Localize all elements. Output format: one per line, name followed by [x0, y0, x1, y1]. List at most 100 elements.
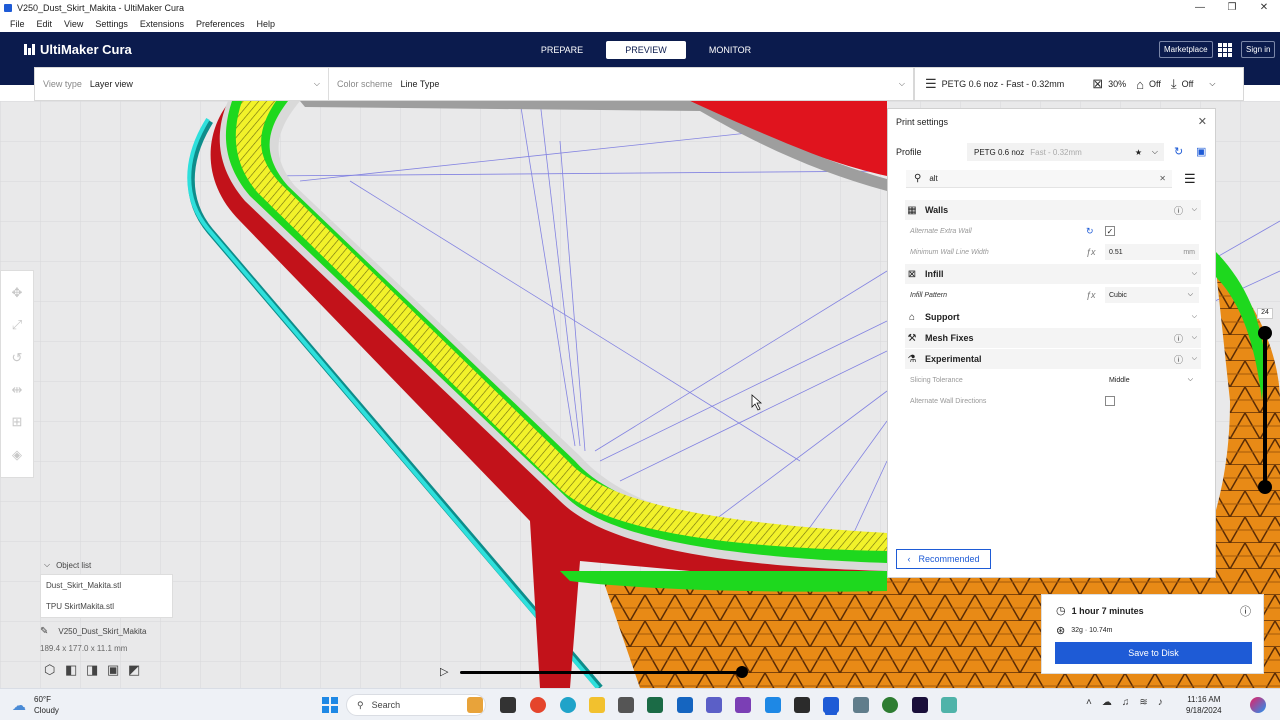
tab-prepare[interactable]: PREPARE [522, 41, 602, 59]
play-icon[interactable]: ▷ [440, 665, 448, 678]
right-view-icon[interactable]: ◩ [128, 662, 149, 678]
support-blocker-icon[interactable]: ◈ [12, 447, 22, 463]
object-list-header[interactable]: ⌵ Object list [40, 560, 180, 570]
list-item[interactable]: Dust_Skirt_Makita.stl [41, 575, 172, 596]
path-slider-track[interactable] [460, 671, 742, 674]
taskbar-search[interactable]: ⚲ Search [346, 694, 486, 716]
category-experimental[interactable]: ⚗ Experimental ⓘ ⌵ [905, 349, 1201, 369]
teams-icon[interactable] [706, 697, 722, 713]
weather-widget[interactable]: ☁ 60°F Cloudy [12, 694, 59, 716]
close-window-button[interactable]: ✕ [1248, 2, 1280, 13]
calculator-icon[interactable] [853, 697, 869, 713]
layer-slider-upper-handle[interactable] [1258, 326, 1272, 340]
front-view-icon[interactable]: ◧ [65, 662, 86, 678]
menu-extensions[interactable]: Extensions [140, 19, 184, 29]
app-icon[interactable] [941, 697, 957, 713]
info-icon[interactable]: ⓘ [1174, 353, 1183, 366]
slicing-tolerance-select[interactable]: Middle ⌵ [1105, 372, 1199, 388]
category-support[interactable]: ⌂ Support ⌵ [905, 307, 1201, 327]
app-icon[interactable] [647, 697, 663, 713]
alternate-extra-wall-checkbox[interactable]: ✓ [1105, 226, 1115, 236]
mirror-tool-icon[interactable]: ⇹ [12, 382, 23, 398]
top-view-icon[interactable]: ◨ [86, 662, 107, 678]
menu-help[interactable]: Help [256, 19, 275, 29]
marketplace-button[interactable]: Marketplace [1159, 41, 1213, 58]
layer-slider-lower-handle[interactable] [1258, 480, 1272, 494]
layer-slider-track[interactable] [1263, 332, 1267, 492]
menu-edit[interactable]: Edit [37, 19, 53, 29]
app-icon[interactable] [618, 697, 634, 713]
terminal-icon[interactable] [794, 697, 810, 713]
list-item[interactable]: TPU SkirtMakita.stl [41, 596, 172, 617]
reset-setting-icon[interactable]: ↻ [1086, 226, 1094, 237]
cura-taskbar-icon[interactable] [823, 697, 839, 713]
category-walls[interactable]: ▦ Walls ⓘ ⌵ [905, 200, 1201, 220]
ultimaker-logo-icon [24, 44, 36, 55]
visual-studio-icon[interactable] [735, 697, 751, 713]
color-scheme-dropdown[interactable]: Color scheme Line Type ⌵ [329, 68, 913, 100]
minimize-button[interactable]: — [1184, 2, 1216, 13]
profile-dropdown[interactable]: PETG 0.6 noz Fast - 0.32mm ★ ⌵ [967, 143, 1164, 161]
layer-number[interactable]: 24 [1257, 308, 1273, 319]
menu-file[interactable]: File [10, 19, 25, 29]
menu-preferences[interactable]: Preferences [196, 19, 245, 29]
app-icon[interactable] [882, 697, 898, 713]
onedrive-icon[interactable]: ☁ [1102, 697, 1112, 708]
view-type-dropdown[interactable]: View type Layer view ⌵ [35, 68, 329, 100]
copilot-icon[interactable] [1250, 697, 1266, 713]
rotate-tool-icon[interactable]: ↺ [12, 350, 23, 366]
category-mesh-fixes[interactable]: ⚒ Mesh Fixes ⓘ ⌵ [905, 328, 1201, 348]
chevron-down-icon: ⌵ [1187, 291, 1193, 298]
category-infill[interactable]: ⊠ Infill ⌵ [905, 264, 1201, 284]
clear-search-icon[interactable]: ✕ [1159, 174, 1166, 183]
apps-grid-icon[interactable] [1218, 43, 1232, 57]
settings-menu-icon[interactable]: ☰ [1184, 171, 1196, 187]
edge-icon[interactable] [560, 697, 576, 713]
menu-view[interactable]: View [64, 19, 83, 29]
per-model-settings-icon[interactable]: ⊞ [12, 414, 23, 430]
star-icon[interactable]: ★ [1135, 148, 1142, 157]
settings-search-input[interactable]: ⚲ alt ✕ [906, 170, 1172, 188]
windows-start-icon[interactable] [322, 697, 338, 713]
close-icon[interactable]: ✕ [1198, 115, 1207, 128]
sign-in-button[interactable]: Sign in [1241, 41, 1276, 58]
info-icon[interactable]: ⓘ [1240, 603, 1251, 619]
infill-pattern-select[interactable]: Cubic ⌵ [1105, 287, 1199, 303]
chrome-icon[interactable] [530, 697, 546, 713]
left-view-icon[interactable]: ▣ [107, 662, 128, 678]
restore-button[interactable]: ❐ [1216, 2, 1248, 13]
info-icon[interactable]: ⓘ [1174, 204, 1183, 217]
outlook-icon[interactable] [677, 697, 693, 713]
alternate-wall-directions-checkbox[interactable] [1105, 396, 1115, 406]
3d-view-icon[interactable]: ⬡ [44, 662, 65, 678]
scale-tool-icon[interactable]: ⤢ [12, 317, 22, 333]
volume-icon[interactable]: ♪ [1158, 697, 1163, 708]
info-icon[interactable]: ⓘ [1174, 332, 1183, 345]
recommended-button[interactable]: ‹ Recommended [896, 549, 991, 569]
clock[interactable]: 11:16 AM 9/18/2024 [1186, 694, 1222, 716]
network-icon[interactable]: ≋ [1139, 697, 1147, 708]
chevron-up-icon[interactable]: ˄ [1086, 697, 1092, 708]
premiere-icon[interactable] [912, 697, 928, 713]
tab-preview[interactable]: PREVIEW [606, 41, 686, 59]
move-tool-icon[interactable]: ✥ [12, 285, 23, 301]
chevron-down-icon: ⌵ [1191, 313, 1197, 320]
reset-profile-icon[interactable]: ↻ [1174, 145, 1183, 158]
save-to-disk-button[interactable]: Save to Disk [1055, 642, 1252, 664]
file-explorer-icon[interactable] [589, 697, 605, 713]
path-slider-handle[interactable] [736, 666, 748, 678]
print-setup-selector[interactable]: ☰ PETG 0.6 noz - Fast - 0.32mm ⊠ 30% ⌂ O… [914, 67, 1244, 101]
function-icon[interactable]: ƒx [1086, 247, 1096, 257]
pencil-icon[interactable]: ✎ [40, 626, 48, 637]
save-profile-icon[interactable]: ▣ [1196, 145, 1206, 158]
task-view-icon[interactable] [500, 697, 516, 713]
chevron-down-icon: ⌵ [1209, 79, 1216, 88]
widgets-app-icon[interactable] [467, 697, 483, 713]
function-icon[interactable]: ƒx [1086, 290, 1096, 300]
microphone-icon[interactable]: ♫ [1122, 697, 1130, 708]
menu-settings[interactable]: Settings [95, 19, 128, 29]
vscode-icon[interactable] [765, 697, 781, 713]
system-tray: ˄ ☁ ♫ ≋ ♪ [1086, 697, 1173, 708]
tab-monitor[interactable]: MONITOR [690, 41, 770, 59]
minimum-wall-line-width-input[interactable]: 0.51 mm [1105, 244, 1199, 260]
